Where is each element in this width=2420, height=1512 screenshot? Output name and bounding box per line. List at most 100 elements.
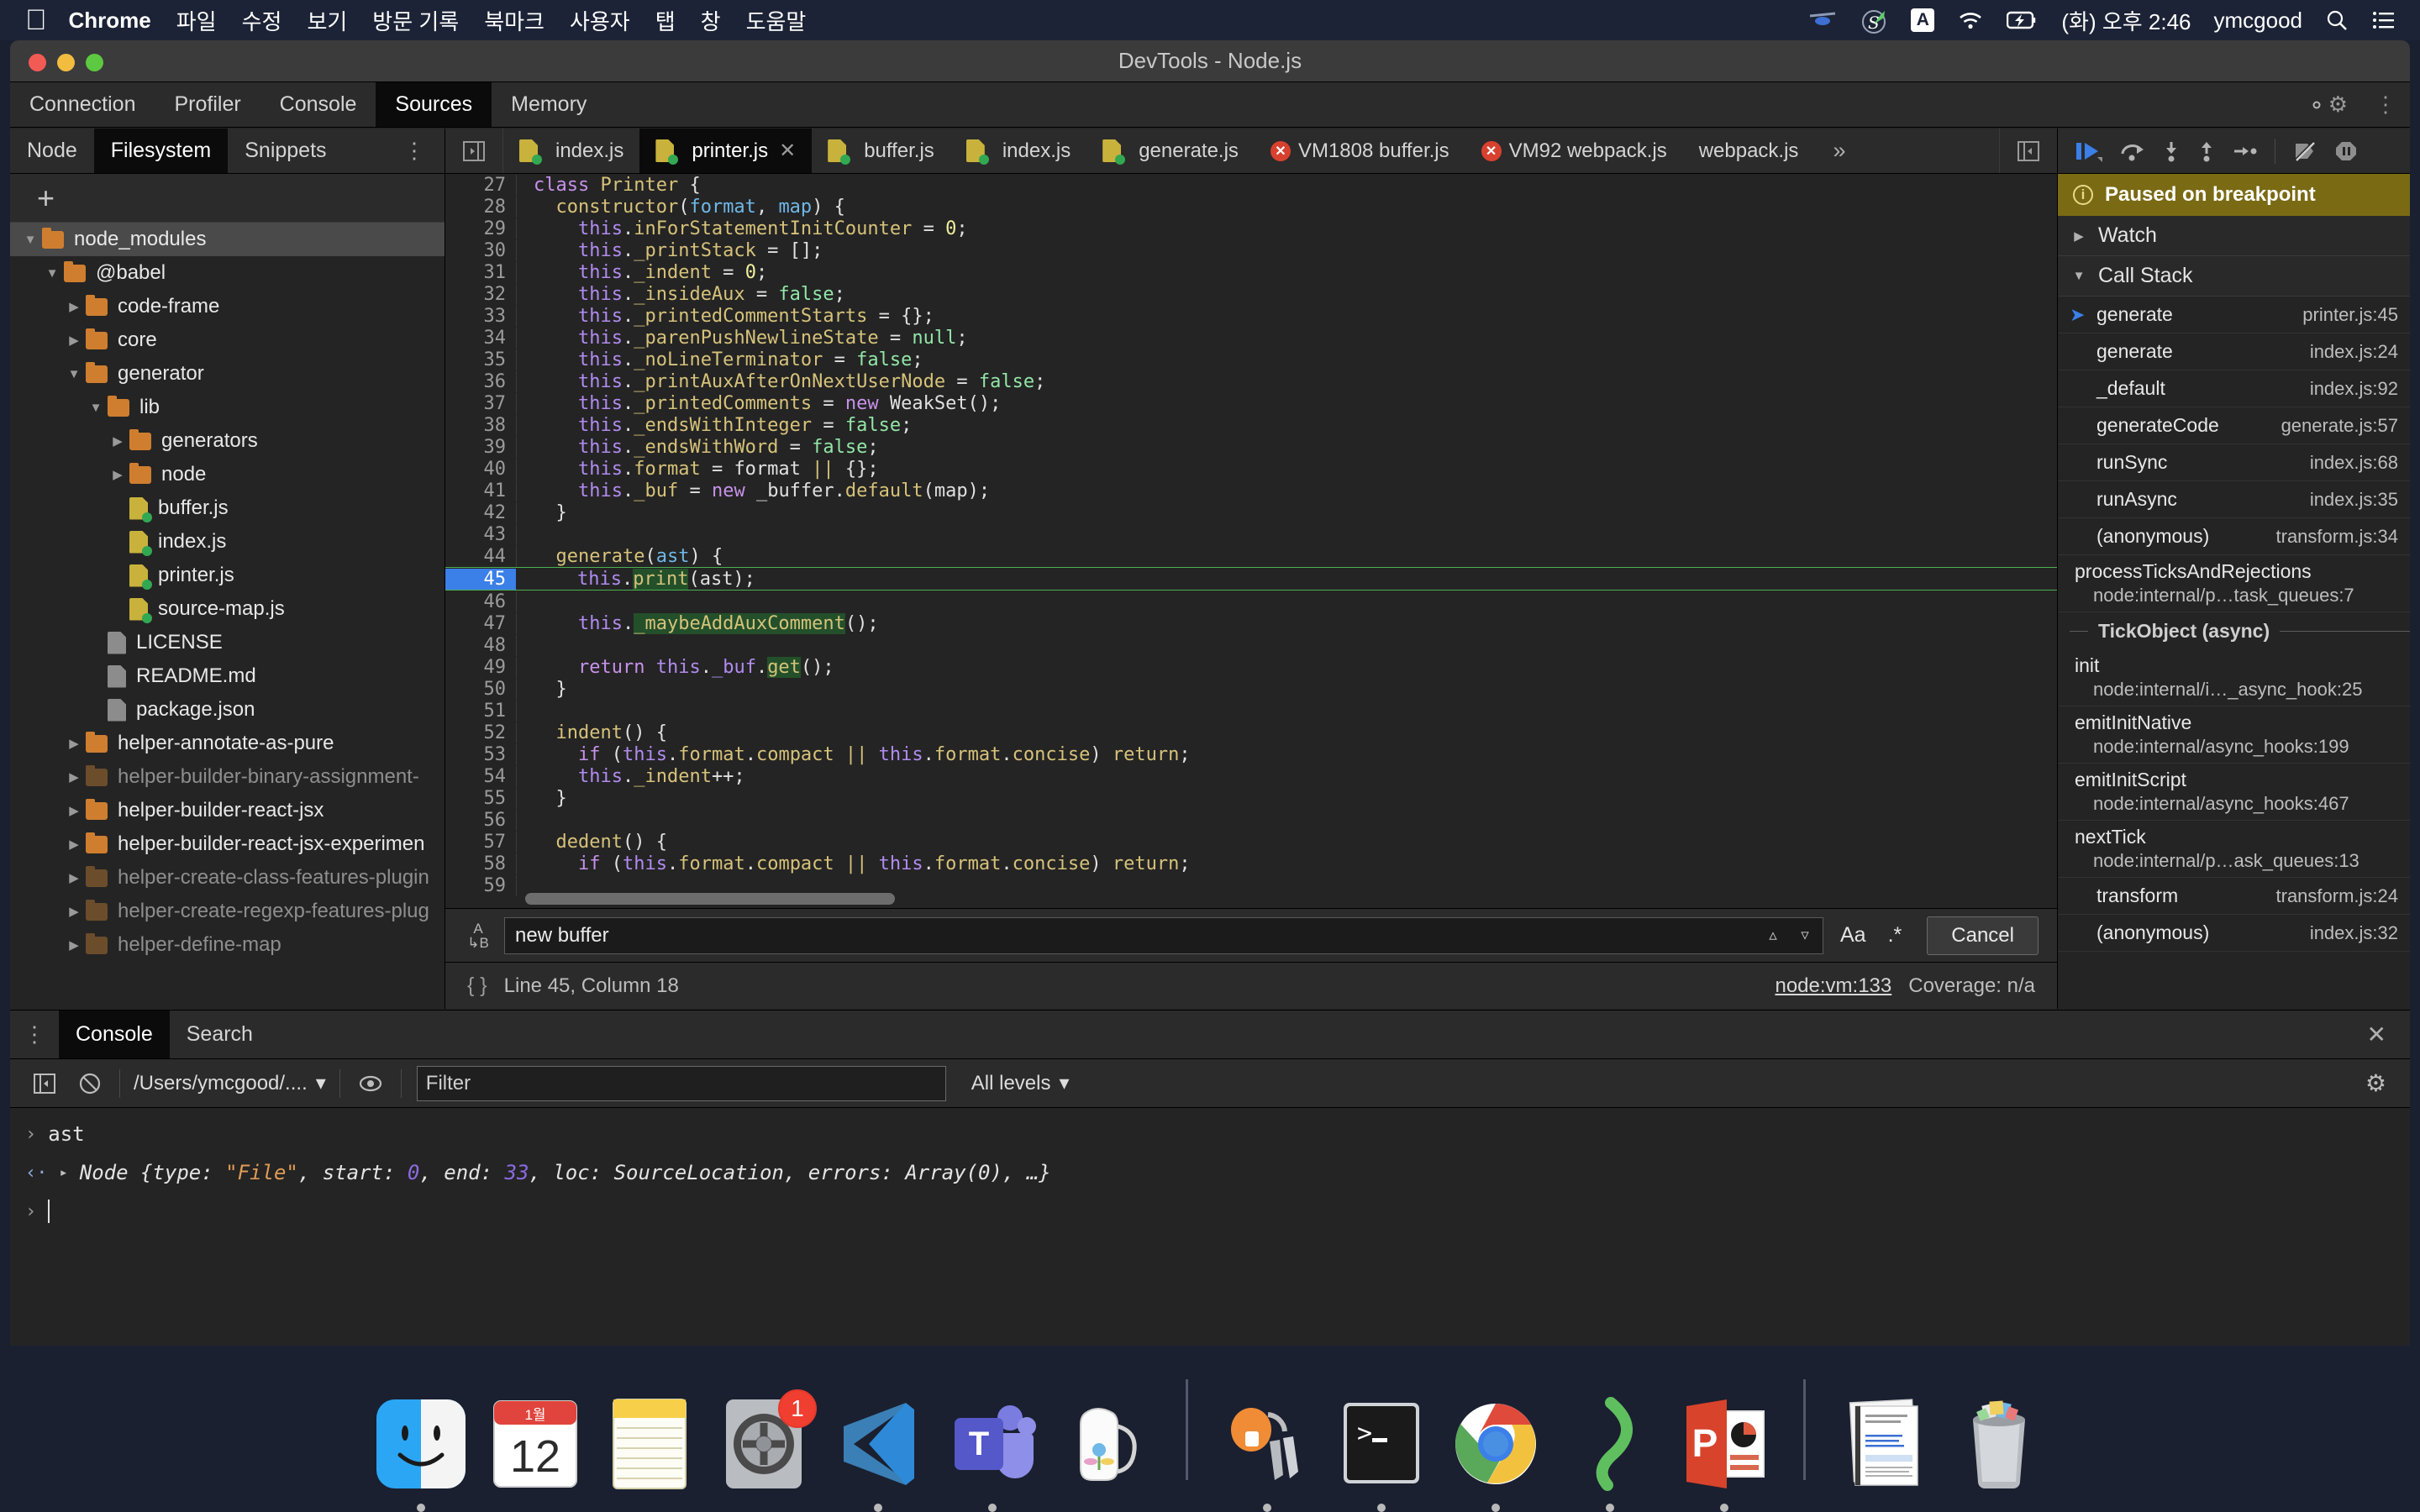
code-line[interactable]: 57 dedent() { xyxy=(445,831,2057,853)
call-stack-frame[interactable]: emitInitScript node:internal/async_hooks:… xyxy=(2058,764,2410,821)
dock-item-terminal[interactable]: > xyxy=(1324,1394,1439,1512)
line-number[interactable]: 45 xyxy=(445,568,516,590)
file-tab[interactable]: ✕ VM92 webpack.js xyxy=(1465,129,1683,173)
tab-console[interactable]: Console xyxy=(260,82,376,127)
filter-input[interactable]: Filter xyxy=(416,1065,946,1101)
code-line[interactable]: 38 this._endsWithInteger = false; xyxy=(445,414,2057,436)
line-number[interactable]: 57 xyxy=(445,831,517,853)
code-line[interactable]: 31 this._indent = 0; xyxy=(445,261,2057,283)
line-number[interactable]: 29 xyxy=(445,218,517,239)
tree-item[interactable]: ▼ node_modules xyxy=(10,223,445,256)
chevron-right-icon[interactable]: ▶ xyxy=(62,904,86,919)
chevron-right-icon[interactable]: ▶ xyxy=(62,299,86,314)
tree-item[interactable]: ▶ generators xyxy=(10,424,445,458)
control-center-icon[interactable] xyxy=(2371,10,2395,30)
chevron-up-icon[interactable]: ▵ xyxy=(1757,920,1789,952)
regex-button[interactable]: .* xyxy=(1883,923,1907,948)
tab-memory[interactable]: Memory xyxy=(492,82,606,127)
drawer-tab-console[interactable]: Console xyxy=(59,1011,170,1058)
step-out-icon[interactable] xyxy=(2197,140,2216,162)
line-number[interactable]: 43 xyxy=(445,523,517,545)
code-line[interactable]: 52 indent() { xyxy=(445,722,2057,743)
chevron-down-icon[interactable]: ▼ xyxy=(18,233,42,247)
dock-item-microsoft-teams[interactable]: T xyxy=(935,1394,1050,1512)
tree-item[interactable]: ▶ helper-builder-react-jsx xyxy=(10,794,445,827)
dock-item-powerpoint[interactable]: P xyxy=(1667,1394,1781,1512)
line-number[interactable]: 31 xyxy=(445,261,517,283)
console-prompt-row[interactable]: › xyxy=(10,1192,2410,1231)
chevron-right-icon[interactable]: ▶ xyxy=(62,837,86,852)
step-over-icon[interactable] xyxy=(2120,140,2145,162)
code-line[interactable]: 46 xyxy=(445,591,2057,612)
tree-item[interactable]: ▶ helper-annotate-as-pure xyxy=(10,727,445,760)
line-number[interactable]: 56 xyxy=(445,809,517,831)
code-editor[interactable]: 27 class Printer {28 constructor(format, … xyxy=(445,174,2057,908)
menu-item-profiles[interactable]: 사용자 xyxy=(570,5,630,36)
cancel-button[interactable]: Cancel xyxy=(1927,916,2039,955)
code-line[interactable]: 33 this._printedCommentStarts = {}; xyxy=(445,305,2057,327)
code-line[interactable]: 41 this._buf = new _buffer.default(map); xyxy=(445,480,2057,501)
more-vertical-icon[interactable]: ⋮ xyxy=(385,129,445,173)
search-input[interactable]: new buffer ▵ ▿ xyxy=(504,916,1823,954)
dock-item-visual-studio-code[interactable] xyxy=(821,1394,935,1512)
tree-item[interactable]: ▶ helper-builder-binary-assignment- xyxy=(10,760,445,794)
code-line[interactable]: 42 } xyxy=(445,501,2057,523)
code-line[interactable]: 27 class Printer { xyxy=(445,174,2057,196)
call-stack-frame[interactable]: generateCode generate.js:57 xyxy=(2058,407,2410,444)
maximize-window-button[interactable] xyxy=(86,54,103,71)
tab-profiler[interactable]: Profiler xyxy=(155,82,260,127)
vpn-icon[interactable] xyxy=(1808,11,1837,29)
chevron-right-icon[interactable]: ▶ xyxy=(62,736,86,751)
apple-menu-icon[interactable]:  xyxy=(25,6,47,34)
log-level-selector[interactable]: All levels ▾ xyxy=(971,1071,1070,1095)
code-line[interactable]: 44 generate(ast) { xyxy=(445,545,2057,567)
tree-item[interactable]: README.md xyxy=(10,659,445,693)
menu-item-view[interactable]: 보기 xyxy=(307,5,347,36)
tab-connection[interactable]: Connection xyxy=(10,82,155,127)
line-number[interactable]: 33 xyxy=(445,305,517,327)
line-number[interactable]: 38 xyxy=(445,414,517,436)
resume-icon[interactable] xyxy=(2075,140,2103,162)
tree-item[interactable]: printer.js xyxy=(10,559,445,592)
tab-sources[interactable]: Sources xyxy=(376,82,492,127)
menu-app-name[interactable]: Chrome xyxy=(69,8,151,34)
code-line[interactable]: 50 } xyxy=(445,678,2057,700)
step-icon[interactable] xyxy=(2233,140,2258,162)
menu-item-tab[interactable]: 탭 xyxy=(655,5,676,36)
code-line[interactable]: 40 this.format = format || {}; xyxy=(445,458,2057,480)
call-stack-section-header[interactable]: ▼ Call Stack xyxy=(2058,256,2410,297)
console-sidebar-icon[interactable] xyxy=(22,1073,67,1094)
close-icon[interactable]: ✕ xyxy=(2344,1011,2410,1058)
tree-item[interactable]: source-map.js xyxy=(10,592,445,626)
console-messages[interactable]: › ast ‹· ▸ Node {type: "File", start: 0, end… xyxy=(10,1108,2410,1231)
line-number[interactable]: 34 xyxy=(445,327,517,349)
call-stack-frame[interactable]: (anonymous) index.js:32 xyxy=(2058,915,2410,952)
menu-user[interactable]: ymcgood xyxy=(2214,8,2303,34)
clear-console-icon[interactable] xyxy=(67,1073,113,1095)
code-line[interactable]: 58 if (this.format.compact || this.forma… xyxy=(445,853,2057,874)
tab-overflow-button[interactable]: » xyxy=(1814,129,1864,173)
code-line[interactable]: 51 xyxy=(445,700,2057,722)
dock-item-google-chrome[interactable] xyxy=(1439,1394,1553,1512)
line-number[interactable]: 35 xyxy=(445,349,517,370)
wifi-icon[interactable] xyxy=(1957,10,1984,30)
deactivate-breakpoints-icon[interactable] xyxy=(2292,140,2317,162)
spotlight-search-icon[interactable] xyxy=(2325,8,2349,32)
pretty-print-icon[interactable]: { } xyxy=(467,974,487,998)
code-line[interactable]: 29 this.inForStatementInitCounter = 0; xyxy=(445,218,2057,239)
menu-clock[interactable]: (화) 오후 2:46 xyxy=(2061,5,2191,36)
dock-item-system-preferences[interactable]: 1 xyxy=(707,1389,821,1512)
code-line-current[interactable]: 45 this.print(ast); xyxy=(445,567,2057,591)
gear-icon[interactable]: ⚙ xyxy=(2291,82,2361,127)
more-vertical-icon[interactable]: ⋮ xyxy=(10,1011,59,1058)
dock-item-documents-stack[interactable] xyxy=(1828,1394,1942,1512)
file-tab[interactable]: buffer.js xyxy=(812,129,950,173)
tree-item[interactable]: ▶ helper-create-regexp-features-plug xyxy=(10,895,445,928)
tree-item[interactable]: ▶ helper-define-map xyxy=(10,928,445,962)
tree-item[interactable]: ▶ helper-builder-react-jsx-experimen xyxy=(10,827,445,861)
horizontal-scrollbar[interactable] xyxy=(525,893,895,905)
chevron-down-icon[interactable]: ▿ xyxy=(1789,920,1821,952)
nav-tab-snippets[interactable]: Snippets xyxy=(228,129,343,173)
gear-icon[interactable]: ⚙ xyxy=(2354,1069,2398,1097)
tree-item[interactable]: ▼ generator xyxy=(10,357,445,391)
